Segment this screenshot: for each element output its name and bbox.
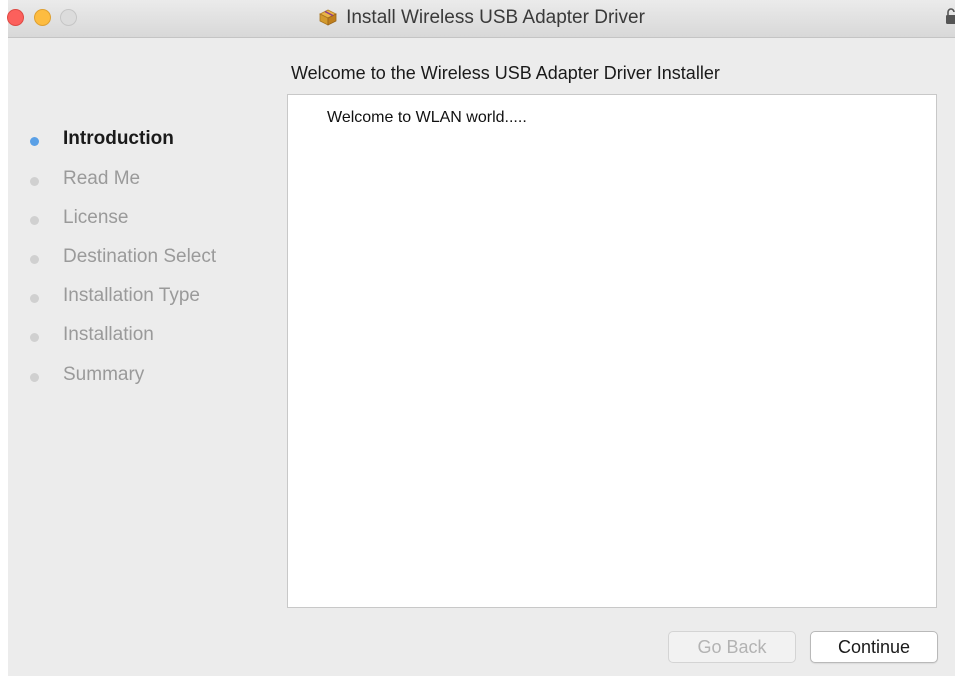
lock-icon[interactable] [945,7,955,25]
step-dot-icon [30,216,39,225]
go-back-button[interactable]: Go Back [668,631,796,663]
step-dot-icon [30,137,39,146]
step-dot-icon [30,294,39,303]
page-heading: Welcome to the Wireless USB Adapter Driv… [291,63,720,83]
step-dot-icon [30,333,39,342]
step-dot-icon [30,373,39,382]
content-pane[interactable]: Welcome to WLAN world..... [287,94,937,608]
package-icon [318,8,338,32]
step-dot-icon [30,255,39,264]
welcome-text: Welcome to WLAN world..... [327,109,527,126]
window-title-text: Install Wireless USB Adapter Driver [346,7,645,28]
title-bar[interactable]: Install Wireless USB Adapter Driver [7,0,955,38]
installer-window: Install Wireless USB Adapter Driver Welc… [7,0,955,676]
continue-button[interactable]: Continue [810,631,938,663]
window-title: Install Wireless USB Adapter Driver [8,7,955,32]
step-dot-icon [30,177,39,186]
